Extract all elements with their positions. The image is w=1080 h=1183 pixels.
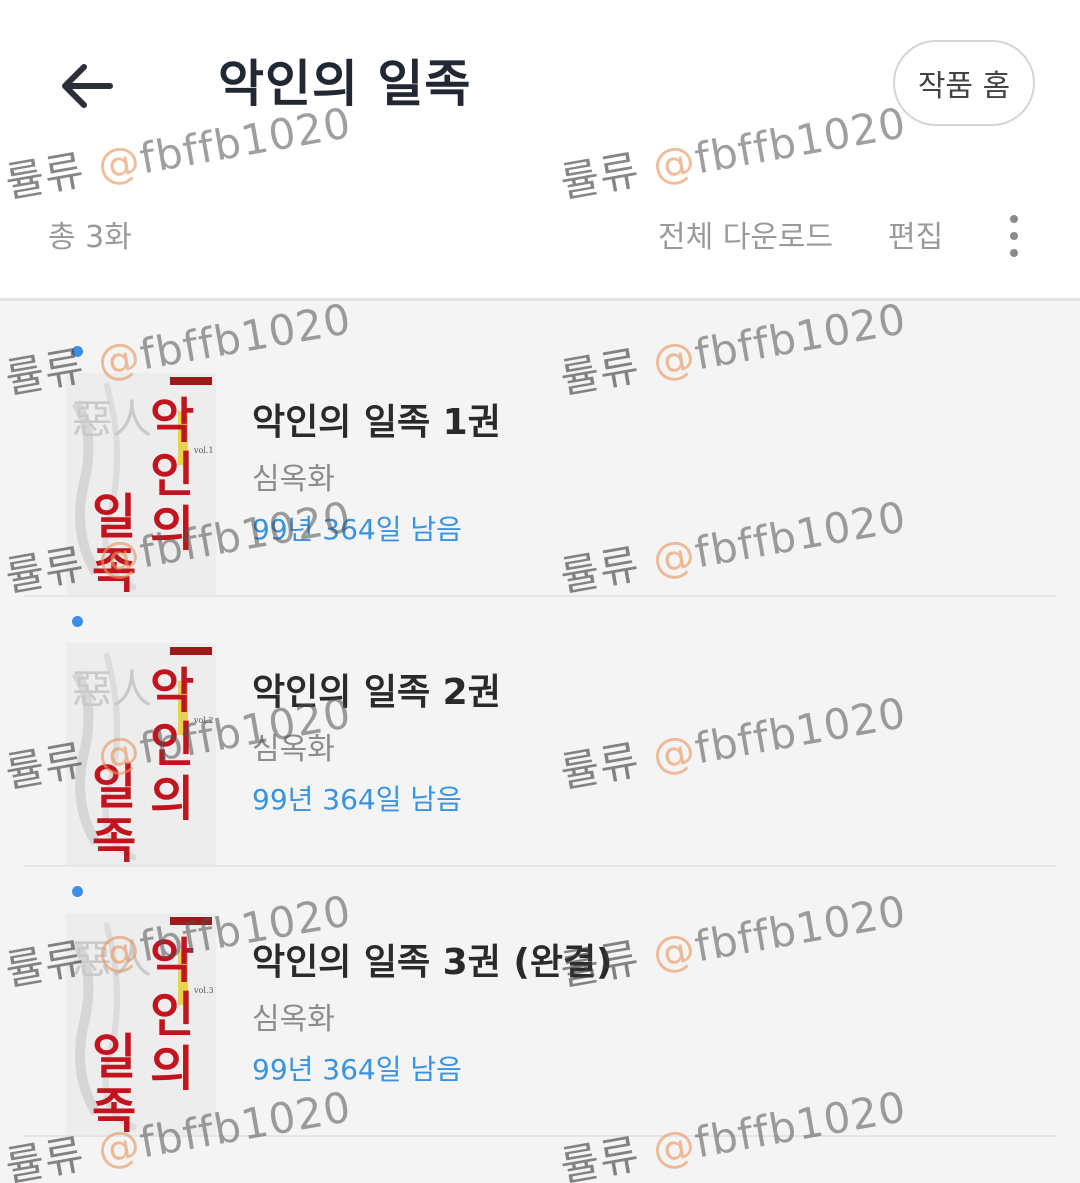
edit-button[interactable]: 편집 [888,212,943,256]
svg-text:일: 일 [92,759,136,815]
download-all-button[interactable]: 전체 다운로드 [658,212,833,256]
author: 심옥화 [252,732,335,767]
more-vertical-icon-dot [1010,249,1018,257]
more-vertical-icon [1010,215,1018,223]
new-badge-dot [72,886,83,897]
rental-remaining: 99년 364일 남음 [252,1053,462,1086]
svg-text:惡人: 惡人 [72,397,152,443]
book-cover: 惡人 악 인 의 일 족 vol.2 [66,643,216,865]
more-vertical-icon-dot [1010,232,1018,240]
svg-text:악: 악 [150,933,194,989]
rental-remaining: 99년 364일 남음 [252,513,462,546]
book-cover: 惡人 악 인 의 일 족 vol.1 [66,373,216,595]
author: 심옥화 [252,462,335,497]
volume-title: 악인의 일족 1권 [252,402,501,443]
svg-text:vol.2: vol.2 [193,716,214,725]
volume-title: 악인의 일족 3권 (완결) [252,942,613,983]
list-item[interactable]: 惡人 악 인 의 일 족 vol.2 악인의 일족 2권 심옥화 99년 364… [0,571,1080,867]
svg-text:의: 의 [150,771,194,827]
back-button[interactable] [44,44,128,128]
svg-text:인: 인 [150,987,194,1043]
series-home-button[interactable]: 작품 홈 [893,40,1035,126]
svg-text:vol.3: vol.3 [193,986,214,995]
svg-text:악: 악 [150,393,194,449]
author: 심옥화 [252,1002,335,1037]
rental-remaining: 99년 364일 남음 [252,783,462,816]
svg-text:惡人: 惡人 [72,937,152,983]
top-bar: 악인의 일족 작품 홈 총 3화 전체 다운로드 편집 [0,0,1080,301]
more-options-button[interactable] [994,206,1034,266]
volume-list: 惡人 악 인 의 일 족 vol.1 악인의 일족 1권 심옥화 99년 364… [0,301,1080,1183]
svg-text:vol.1: vol.1 [193,446,214,455]
book-cover: 惡人 악 인 의 일 족 vol.3 [66,913,216,1135]
divider [24,1135,1056,1137]
svg-text:의: 의 [150,501,194,557]
list-item[interactable]: 惡人 악 인 의 일 족 vol.1 악인의 일족 1권 심옥화 99년 364… [0,301,1080,597]
list-item[interactable]: 惡人 악 인 의 일 족 vol.3 악인의 일족 3권 (완결) 심옥화 99… [0,841,1080,1137]
svg-text:惡人: 惡人 [72,667,152,713]
episode-count: 총 3화 [48,220,132,255]
arrow-left-icon [62,64,113,108]
svg-text:일: 일 [92,1029,136,1085]
svg-text:인: 인 [150,447,194,503]
svg-text:악: 악 [150,663,194,719]
page-title: 악인의 일족 [218,55,472,113]
svg-text:족: 족 [92,1083,136,1135]
volume-title: 악인의 일족 2권 [252,672,501,713]
episode-list-screen: 악인의 일족 작품 홈 총 3화 전체 다운로드 편집 惡人 악 인 의 일 족… [0,0,1080,1183]
new-badge-dot [72,616,83,627]
svg-text:일: 일 [92,489,136,545]
svg-text:인: 인 [150,717,194,773]
svg-text:의: 의 [150,1041,194,1097]
new-badge-dot [72,346,83,357]
